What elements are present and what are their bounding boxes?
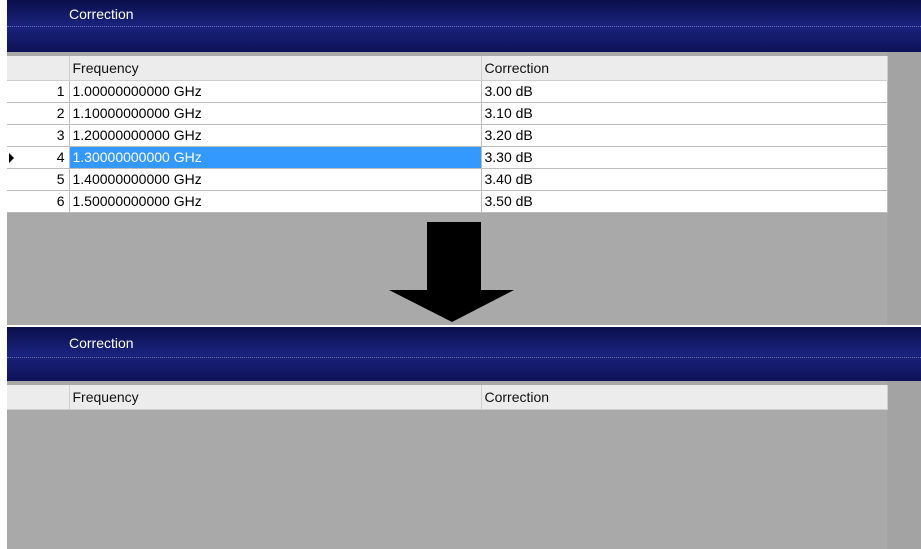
row-index-value: 4 <box>56 149 65 165</box>
table-row[interactable]: 1 1.00000000000 GHz 3.00 dB <box>7 80 888 103</box>
header-frequency[interactable]: Frequency <box>69 56 482 81</box>
down-arrow-icon <box>389 222 514 322</box>
row-index[interactable]: 6 <box>7 190 70 213</box>
correction-cell[interactable]: 3.30 dB <box>481 146 888 169</box>
frequency-cell[interactable]: 1.00000000000 GHz <box>69 80 482 103</box>
titlebar-divider <box>7 26 921 27</box>
row-index[interactable]: 3 <box>7 124 70 147</box>
panel-title: Correction <box>69 6 134 22</box>
titlebar: Correction <box>7 327 921 381</box>
correction-cell[interactable]: 3.00 dB <box>481 80 888 103</box>
header-index[interactable] <box>7 56 70 81</box>
header-correction[interactable]: Correction <box>481 385 888 410</box>
table-header-row: Frequency Correction <box>7 56 888 81</box>
frequency-cell[interactable]: 1.50000000000 GHz <box>69 190 482 213</box>
frequency-cell[interactable]: 1.10000000000 GHz <box>69 102 482 125</box>
panel-body: Frequency Correction <box>7 381 921 549</box>
header-correction[interactable]: Correction <box>481 56 888 81</box>
titlebar-divider <box>7 357 921 358</box>
table-row-selected[interactable]: 4 1.30000000000 GHz 3.30 dB <box>7 146 888 169</box>
table-row[interactable]: 3 1.20000000000 GHz 3.20 dB <box>7 124 888 147</box>
table-row[interactable]: 2 1.10000000000 GHz 3.10 dB <box>7 102 888 125</box>
correction-cell[interactable]: 3.10 dB <box>481 102 888 125</box>
row-indicator-icon <box>9 152 14 163</box>
right-gutter <box>887 381 921 549</box>
correction-table[interactable]: Frequency Correction 1 1.00000000000 GHz… <box>7 56 888 213</box>
table-row[interactable]: 5 1.40000000000 GHz 3.40 dB <box>7 168 888 191</box>
titlebar: Correction <box>7 0 921 52</box>
row-index[interactable]: 2 <box>7 102 70 125</box>
header-frequency[interactable]: Frequency <box>69 385 482 410</box>
right-gutter <box>887 52 921 325</box>
correction-table-empty[interactable]: Frequency Correction <box>7 385 888 410</box>
row-index[interactable]: 5 <box>7 168 70 191</box>
panel-title: Correction <box>69 335 134 351</box>
correction-cell[interactable]: 3.20 dB <box>481 124 888 147</box>
row-index-current[interactable]: 4 <box>7 146 70 169</box>
frequency-cell-selected[interactable]: 1.30000000000 GHz <box>69 146 482 169</box>
correction-cell[interactable]: 3.50 dB <box>481 190 888 213</box>
table-row[interactable]: 6 1.50000000000 GHz 3.50 dB <box>7 190 888 213</box>
frequency-cell[interactable]: 1.20000000000 GHz <box>69 124 482 147</box>
frequency-cell[interactable]: 1.40000000000 GHz <box>69 168 482 191</box>
correction-panel-after: Correction Frequency Correction <box>7 327 921 549</box>
row-index[interactable]: 1 <box>7 80 70 103</box>
header-index[interactable] <box>7 385 70 410</box>
correction-cell[interactable]: 3.40 dB <box>481 168 888 191</box>
table-header-row: Frequency Correction <box>7 385 888 410</box>
